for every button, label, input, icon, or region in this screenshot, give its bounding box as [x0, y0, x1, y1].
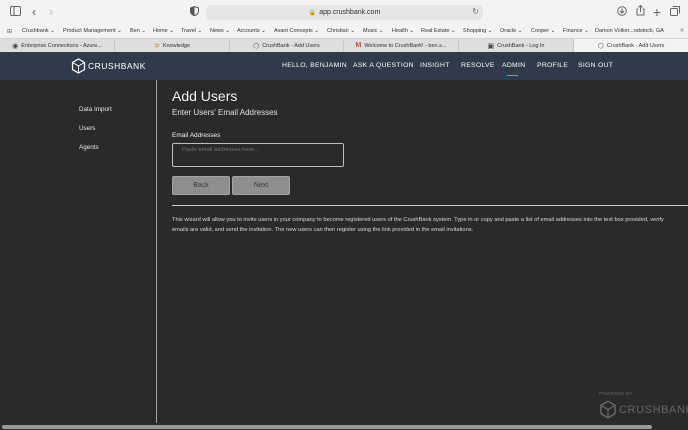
email-addresses-input[interactable]: [172, 143, 344, 167]
tab-label: CrushBank - Add Users: [262, 42, 320, 49]
tab-label: Enterprise Connections - Azure...: [21, 42, 102, 49]
forward-arrow-icon[interactable]: ›: [47, 5, 55, 19]
bookmark-oracle[interactable]: Oracle ⌄: [500, 28, 522, 34]
back-arrow-icon[interactable]: ‹: [30, 5, 38, 19]
site-header: CRUSHBANK HELLO, BENJAMIN ASK A QUESTION…: [0, 52, 688, 80]
tab-label: CrushBank - Log In: [497, 42, 545, 49]
bookmark-health[interactable]: Health ⌄: [392, 28, 414, 34]
nav-profile[interactable]: PROFILE: [537, 62, 568, 69]
privacy-shield-icon[interactable]: [189, 5, 199, 19]
bookmark-christian[interactable]: Christian ⌄: [327, 28, 355, 34]
email-addresses-label: Email Addresses: [172, 132, 221, 139]
tab-bar: ◉ Enterprise Connections - Azure... ✲ Kn…: [0, 38, 688, 52]
bookmark-crushbank[interactable]: Crushbank ⌄: [22, 28, 55, 34]
active-nav-indicator: [507, 75, 518, 76]
bookmark-accounts[interactable]: Accounts ⌄: [237, 28, 266, 34]
address-bar[interactable]: 🔒 app.crushbank.com ↻: [206, 5, 483, 20]
sidebar-item-users[interactable]: Users: [79, 125, 95, 132]
sidebar-item-agents[interactable]: Agents: [79, 144, 99, 151]
nav-sign-out[interactable]: SIGN OUT: [578, 62, 613, 69]
knowledge-icon: ✲: [153, 42, 160, 50]
bookmark-damon-volker[interactable]: Damon Volker...odstock, GA: [595, 28, 664, 34]
nav-insight[interactable]: INSIGHT: [420, 62, 450, 69]
new-tab-icon[interactable]: +: [652, 5, 662, 19]
reload-icon[interactable]: ↻: [472, 7, 479, 16]
nav-admin[interactable]: ADMIN: [502, 62, 525, 69]
browser-toolbar: ‹ › 🔒 app.crushbank.com ↻ +: [0, 0, 688, 25]
tab-knowledge[interactable]: ✲ Knowledge: [115, 39, 230, 52]
logo-text: CRUSHBANK: [88, 61, 146, 71]
main-content: Add Users Enter Users' Email Addresses E…: [158, 80, 688, 423]
crushbank-icon: ⬡: [253, 42, 260, 50]
crushbank-logo-icon: [71, 58, 86, 74]
grid-icon[interactable]: ⊞: [7, 28, 12, 35]
gmail-icon: M: [355, 42, 362, 49]
crushbank-login-icon: ▣: [487, 42, 495, 50]
content-divider: [172, 205, 688, 206]
page-title: Add Users: [172, 88, 238, 104]
bookmark-finance[interactable]: Finance ⌄: [563, 28, 589, 34]
bookmark-shopping[interactable]: Shopping ⌄: [463, 28, 492, 34]
more-bookmarks-icon[interactable]: »: [680, 27, 684, 34]
next-button[interactable]: Next: [232, 176, 290, 195]
bookmark-travel[interactable]: Travel ⌄: [181, 28, 202, 34]
powered-by-label: POWERED BY: [599, 391, 633, 396]
bookmark-music[interactable]: Music ⌄: [363, 28, 384, 34]
wizard-description: This wizard will allow you to invite use…: [172, 216, 688, 235]
bookmarks-bar: ⊞ Crushbank ⌄ Product Management ⌄ Ben ⌄…: [0, 25, 688, 38]
azure-icon: ◉: [12, 42, 19, 50]
bookmark-ben[interactable]: Ben ⌄: [130, 28, 146, 34]
bookmark-product-management[interactable]: Product Management ⌄: [63, 28, 122, 34]
bookmark-real-estate[interactable]: Real Estate ⌄: [421, 28, 456, 34]
description-line-1: This wizard will allow you to invite use…: [172, 217, 664, 223]
share-icon[interactable]: [635, 4, 645, 19]
bookmark-cooper[interactable]: Cooper ⌄: [531, 28, 555, 34]
crushbank-logo[interactable]: CRUSHBANK: [71, 58, 146, 74]
description-line-2: emails are valid, and send the invitatio…: [172, 226, 474, 233]
powered-by-logo: CRUSHBANK: [599, 400, 688, 419]
bookmark-news[interactable]: News ⌄: [210, 28, 230, 34]
sidebar-item-data-import[interactable]: Data Import: [79, 106, 112, 113]
tab-label: CrushBank - Add Users: [606, 42, 665, 49]
tab-crushbank-add-users-active[interactable]: ⬡ CrushBank - Add Users: [574, 39, 688, 52]
nav-hello[interactable]: HELLO, BENJAMIN: [282, 62, 347, 69]
tab-gmail[interactable]: M Welcome to CrushBank! - ben.s...: [344, 39, 459, 52]
tab-crushbank-login[interactable]: ▣ CrushBank - Log In: [459, 39, 574, 52]
bookmark-home[interactable]: Home ⌄: [153, 28, 174, 34]
tab-label: Welcome to CrushBank! - ben.s...: [364, 42, 447, 49]
horizontal-scrollbar[interactable]: [0, 423, 688, 430]
tab-label: Knowledge: [162, 42, 191, 49]
nav-ask-a-question[interactable]: ASK A QUESTION: [353, 62, 414, 69]
footer-logo-text: CRUSHBANK: [619, 403, 688, 416]
tab-overview-icon[interactable]: [670, 5, 680, 19]
admin-sidebar: Data Import Users Agents: [0, 80, 157, 423]
nav-resolve[interactable]: RESOLVE: [461, 62, 495, 69]
crushbank-icon: ⬡: [597, 42, 604, 50]
tab-azure[interactable]: ◉ Enterprise Connections - Azure...: [0, 39, 115, 52]
url-text: app.crushbank.com: [319, 9, 381, 16]
page-subtitle: Enter Users' Email Addresses: [172, 108, 278, 117]
tab-crushbank-add-users[interactable]: ⬡ CrushBank - Add Users: [230, 39, 344, 52]
crushbank-footer-logo-icon: [600, 400, 616, 419]
back-button[interactable]: Back: [172, 176, 230, 195]
lock-icon: 🔒: [308, 10, 317, 16]
download-icon[interactable]: [617, 5, 627, 19]
sidebar-toggle-icon[interactable]: [9, 5, 21, 19]
bookmark-avant-concepts[interactable]: Avant Concepts ⌄: [274, 28, 319, 34]
scrollbar-thumb[interactable]: [2, 425, 652, 429]
